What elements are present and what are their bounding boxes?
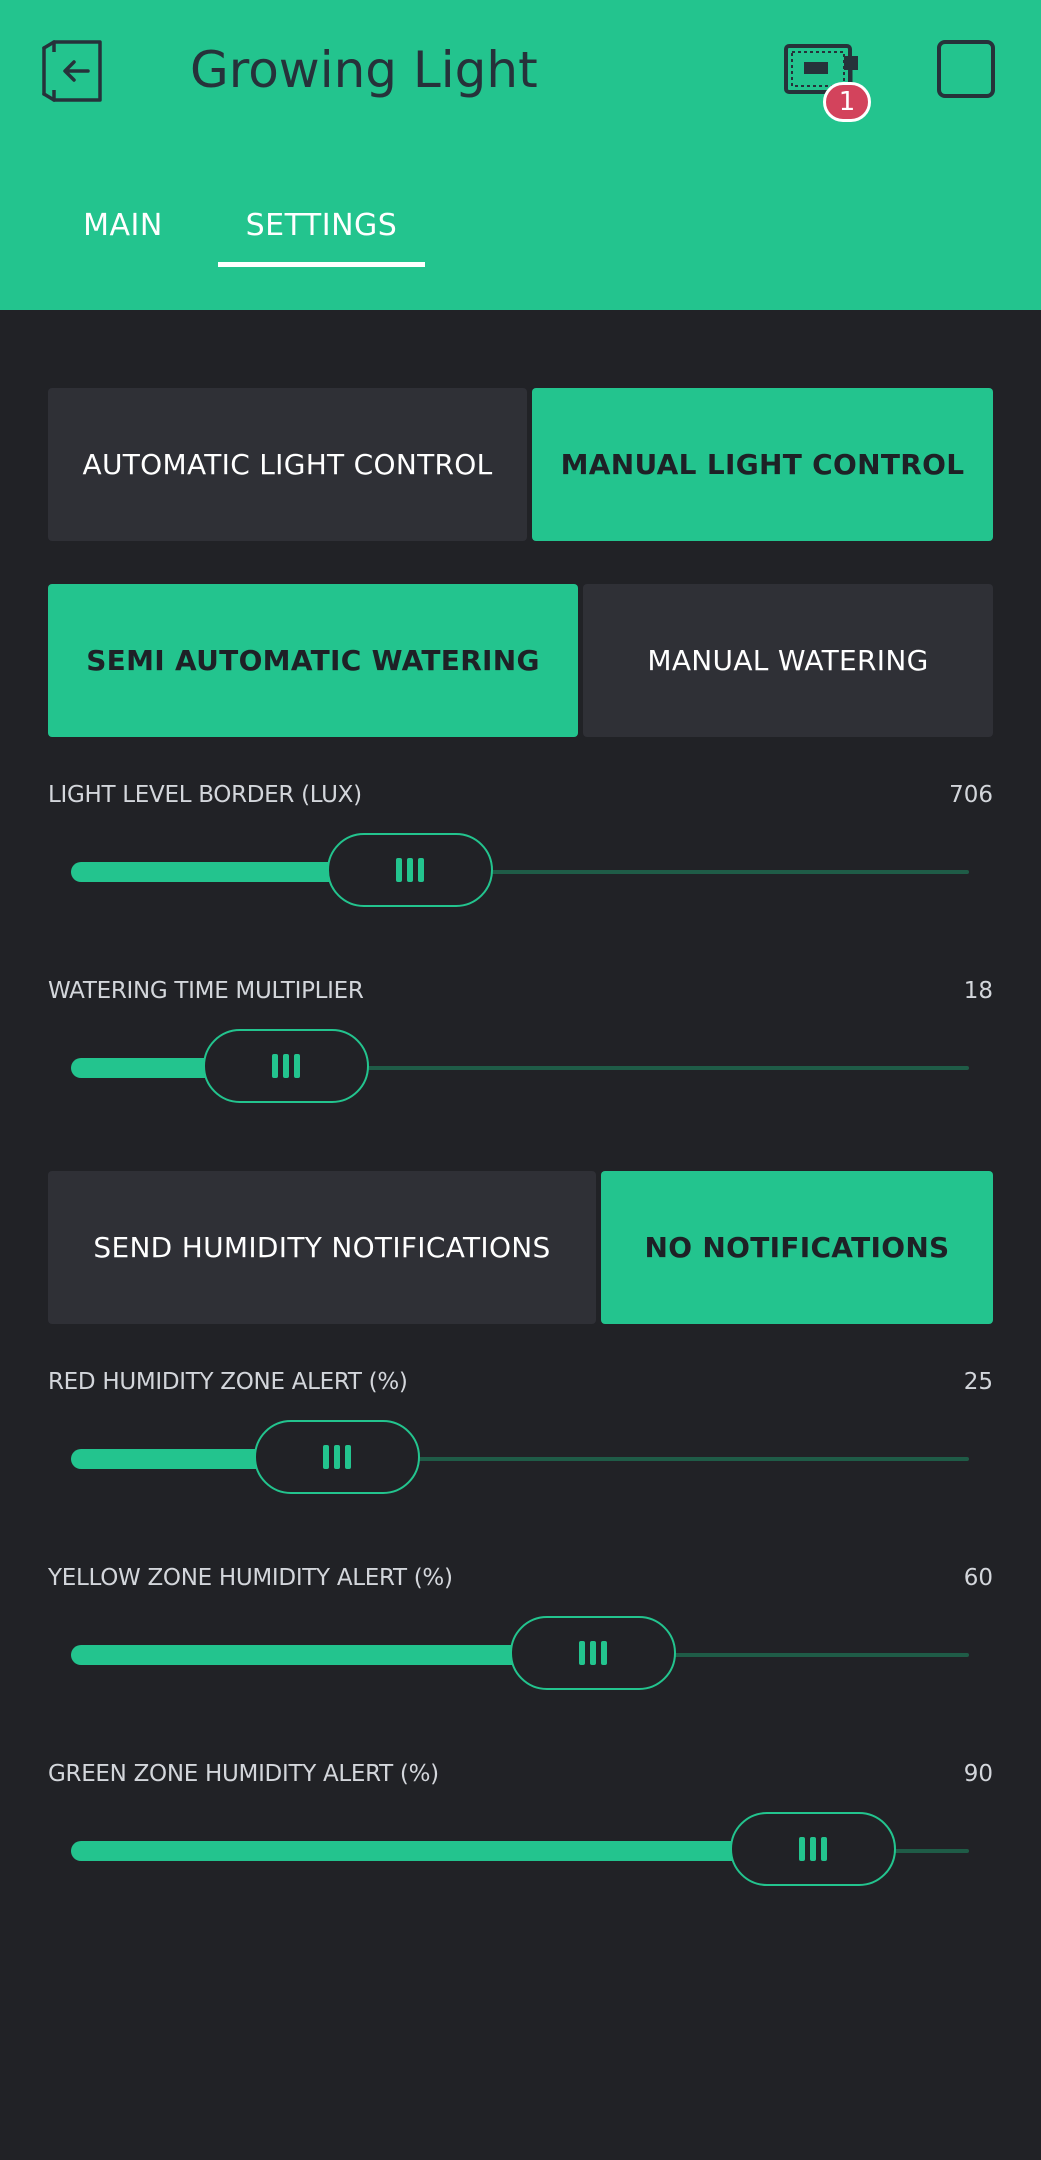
grip-line — [579, 1641, 586, 1665]
grip-line — [820, 1837, 827, 1861]
grip-line — [590, 1641, 597, 1665]
slider-value-light-level: 706 — [949, 782, 993, 808]
slider-label-light-level: LIGHT LEVEL BORDER (LUX) — [48, 782, 362, 808]
back-button[interactable] — [40, 38, 106, 104]
slider-fill — [71, 1841, 813, 1861]
grip-line — [407, 858, 414, 882]
slider-green-humidity[interactable] — [71, 1812, 969, 1886]
slider-value-green-humidity: 90 — [963, 1761, 993, 1787]
exit-arrow-icon — [42, 40, 102, 102]
grip-line — [601, 1641, 608, 1665]
grip-line — [282, 1054, 289, 1078]
slider-value-yellow-humidity: 60 — [963, 1565, 993, 1591]
slider-thumb[interactable] — [202, 1029, 369, 1103]
grip-line — [345, 1445, 351, 1469]
grip-line — [809, 1837, 816, 1861]
slider-label-yellow-humidity: YELLOW ZONE HUMIDITY ALERT (%) — [48, 1565, 453, 1591]
slider-thumb[interactable] — [327, 833, 494, 907]
slider-yellow-humidity[interactable] — [71, 1616, 969, 1690]
slider-thumb[interactable] — [510, 1616, 677, 1690]
slider-watering-time[interactable] — [71, 1029, 969, 1103]
grip-line — [323, 1445, 329, 1469]
semi-automatic-watering-button[interactable]: SEMI AUTOMATIC WATERING — [48, 584, 578, 737]
slider-thumb[interactable] — [254, 1420, 420, 1494]
manual-watering-button[interactable]: MANUAL WATERING — [583, 584, 993, 737]
app-header: Growing Light 1 MAIN SETTINGS — [0, 0, 1041, 310]
active-tab-indicator — [218, 262, 425, 267]
square-icon[interactable] — [937, 40, 995, 98]
grip-line — [334, 1445, 340, 1469]
tab-settings[interactable]: SETTINGS — [218, 200, 425, 270]
slider-thumb[interactable] — [729, 1812, 896, 1886]
grip-line — [293, 1054, 300, 1078]
manual-light-control-button[interactable]: MANUAL LIGHT CONTROL — [532, 388, 993, 541]
slider-value-red-humidity: 25 — [963, 1369, 993, 1395]
slider-label-red-humidity: RED HUMIDITY ZONE ALERT (%) — [48, 1369, 408, 1395]
slider-label-green-humidity: GREEN ZONE HUMIDITY ALERT (%) — [48, 1761, 439, 1787]
slider-light-level[interactable] — [71, 833, 969, 907]
grip-line — [396, 858, 403, 882]
slider-value-watering-time: 18 — [963, 978, 993, 1004]
tab-main[interactable]: MAIN — [68, 200, 178, 270]
no-notifications-button[interactable]: NO NOTIFICATIONS — [601, 1171, 993, 1324]
slider-red-humidity[interactable] — [71, 1420, 969, 1494]
notification-badge: 1 — [823, 82, 871, 122]
slider-label-watering-time: WATERING TIME MULTIPLIER — [48, 978, 364, 1004]
send-humidity-notifications-button[interactable]: SEND HUMIDITY NOTIFICATIONS — [48, 1171, 596, 1324]
automatic-light-control-button[interactable]: AUTOMATIC LIGHT CONTROL — [48, 388, 527, 541]
grip-line — [798, 1837, 805, 1861]
app-title: Growing Light — [190, 41, 538, 99]
grip-line — [418, 858, 425, 882]
grip-line — [271, 1054, 278, 1078]
